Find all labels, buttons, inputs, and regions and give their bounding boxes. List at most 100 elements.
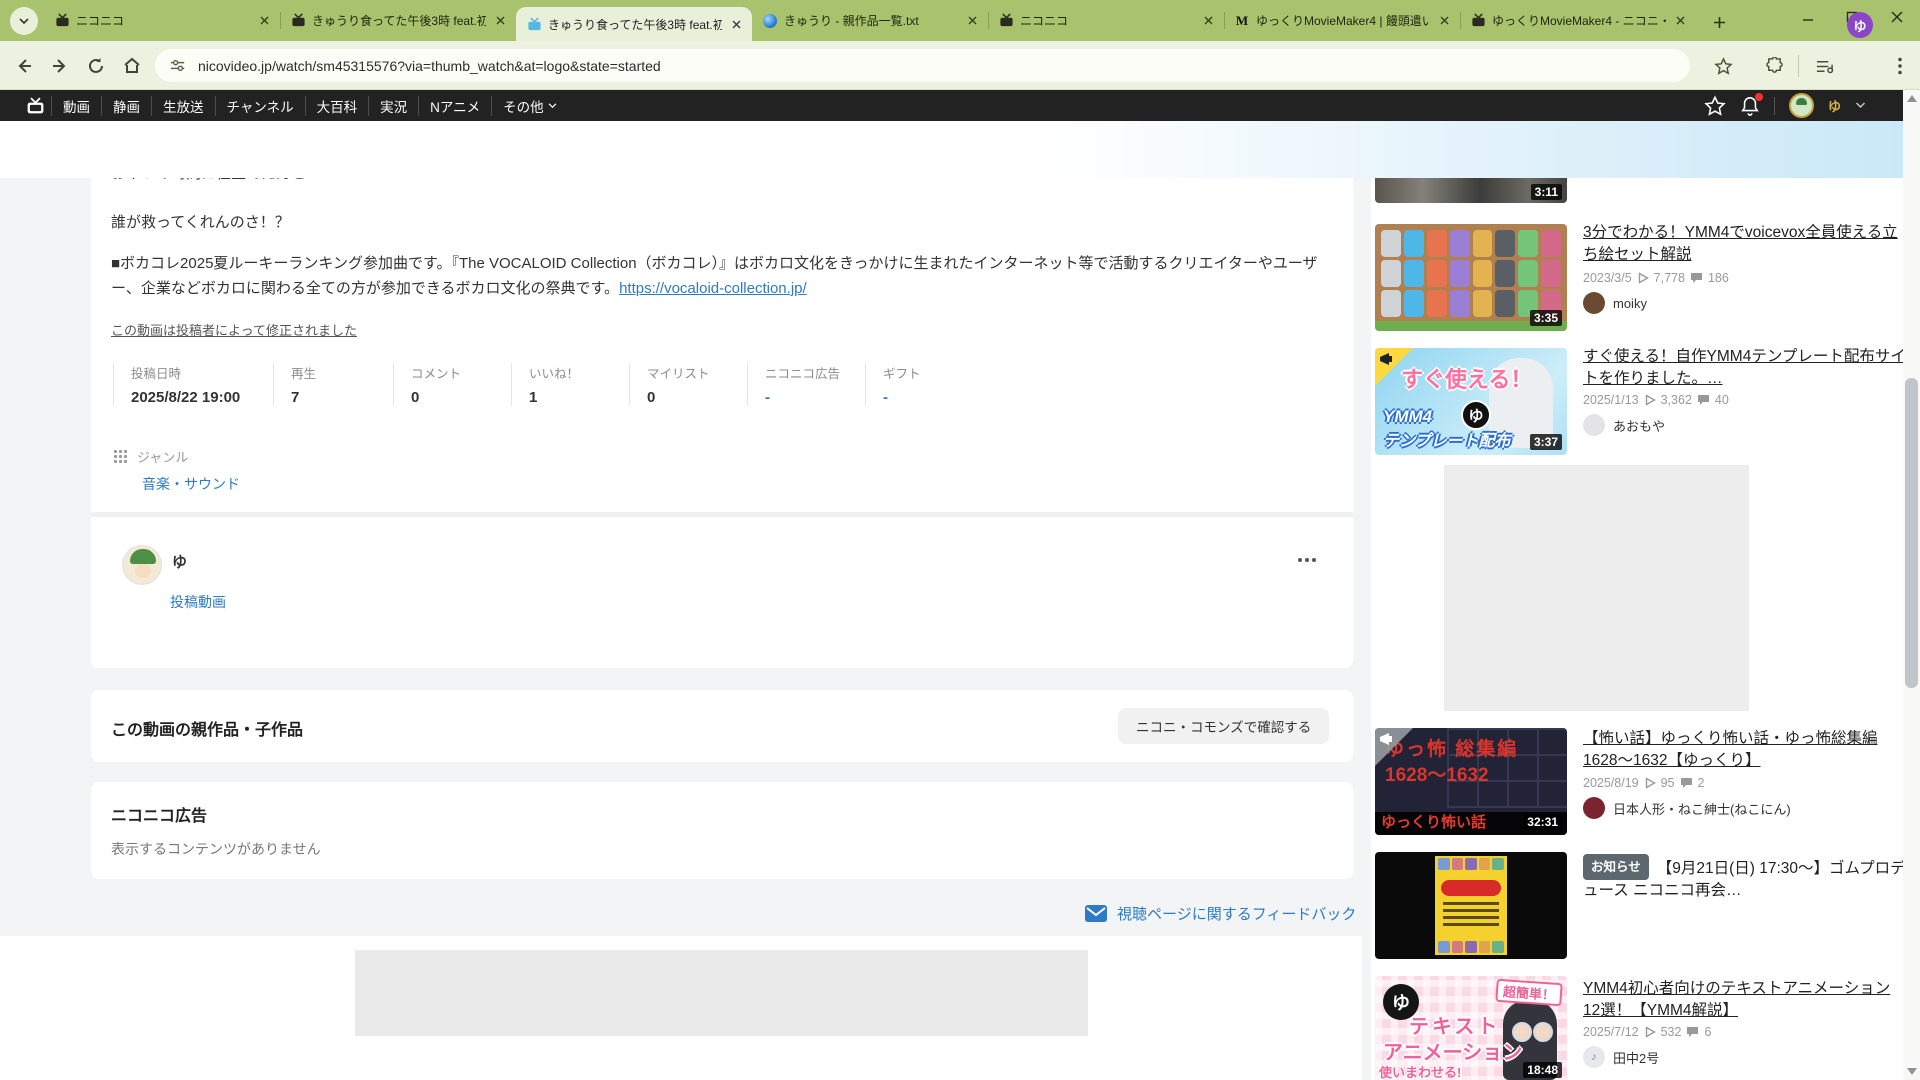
close-icon[interactable] xyxy=(256,13,272,29)
nav-nanime[interactable]: Nアニメ xyxy=(418,96,491,116)
extensions-puzzle-icon[interactable] xyxy=(1758,50,1790,82)
browser-menu-icon[interactable] xyxy=(1884,50,1916,82)
scroll-down-arrow[interactable] xyxy=(1903,1063,1920,1080)
nav-live[interactable]: 生放送 xyxy=(151,96,215,116)
window-minimize-button[interactable] xyxy=(1788,0,1828,34)
divider xyxy=(1774,97,1775,115)
tab-search-button[interactable] xyxy=(10,7,38,35)
bookmark-star-icon[interactable] xyxy=(1707,50,1739,82)
home-button[interactable] xyxy=(116,50,148,82)
chevron-down-icon xyxy=(19,18,29,25)
vocaloid-collection-link[interactable]: https://vocaloid-collection.jp/ xyxy=(619,280,807,297)
genre-link[interactable]: 音楽・サウンド xyxy=(142,474,240,494)
video-thumbnail[interactable]: 3:11 xyxy=(1375,178,1567,203)
video-meta: 2023/3/5 7,778 186 xyxy=(1583,271,1729,285)
tv-icon xyxy=(54,13,70,29)
url-text[interactable]: nicovideo.jp/watch/sm45315576?via=thumb_… xyxy=(198,58,661,74)
stat-mylist: マイリスト0 xyxy=(629,363,747,406)
chevron-down-icon[interactable] xyxy=(1855,102,1866,109)
stat-comments: コメント0 xyxy=(393,363,511,406)
notification-dot xyxy=(1755,93,1763,101)
browser-tab[interactable]: きゅうり - 親作品一覧.txt xyxy=(752,0,988,41)
new-tab-button[interactable] xyxy=(1706,9,1732,35)
nav-video[interactable]: 動画 xyxy=(51,96,101,116)
video-thumbnail[interactable]: ゆ 超簡単！ テキスト アニメーション 使いまわせる! 18:48 xyxy=(1375,976,1567,1080)
comment-count-icon xyxy=(1690,272,1703,284)
user-name[interactable]: ゆ xyxy=(1828,96,1841,115)
tv-icon xyxy=(1470,13,1486,29)
browser-tab[interactable]: ニコニコ xyxy=(44,0,280,41)
favorites-star-icon[interactable] xyxy=(1704,95,1726,117)
niconico-tv-icon[interactable] xyxy=(26,97,45,115)
forward-button[interactable] xyxy=(44,50,76,82)
nav-seiga[interactable]: 静画 xyxy=(101,96,151,116)
uploader-videos-link[interactable]: 投稿動画 xyxy=(170,592,226,612)
video-thumbnail[interactable] xyxy=(1375,852,1567,959)
nav-jikkyo[interactable]: 実況 xyxy=(368,96,418,116)
modified-note-link[interactable]: この動画は投稿者によって修正されました xyxy=(111,320,357,339)
browser-tab[interactable]: ゆっくりMovieMaker4 - ニコニ・コモ xyxy=(1460,0,1696,41)
tv-icon xyxy=(998,13,1014,29)
feedback-link[interactable]: 視聴ページに関するフィードバック xyxy=(1085,903,1356,924)
browser-tab[interactable]: M ゆっくりMovieMaker4 | 饅頭遣い xyxy=(1224,0,1460,41)
service-nav: 動画 静画 生放送 チャンネル 大百科 実況 Nアニメ その他 xyxy=(51,97,568,115)
close-icon[interactable] xyxy=(1200,13,1216,29)
commons-check-button[interactable]: ニコニ・コモンズで確認する xyxy=(1118,708,1329,744)
site-header xyxy=(0,121,1920,178)
close-icon[interactable] xyxy=(964,13,980,29)
nicoad-card: ニコニコ広告 表示するコンテンツがありません xyxy=(91,782,1353,879)
video-meta: 2025/7/12 532 6 xyxy=(1583,1025,1711,1039)
toolbar-divider xyxy=(1798,55,1799,77)
video-uploader[interactable]: あおもや xyxy=(1583,414,1665,436)
user-avatar[interactable] xyxy=(1789,93,1814,118)
notifications-bell-icon[interactable] xyxy=(1740,95,1760,117)
envelope-icon xyxy=(1085,905,1107,922)
video-stats-row: 投稿日時2025/8/22 19:00 再生7 コメント0 いいね！1 マイリス… xyxy=(113,363,973,406)
more-options-icon[interactable] xyxy=(1298,558,1316,562)
reload-button[interactable] xyxy=(80,50,112,82)
play-count-icon xyxy=(1637,272,1649,284)
video-description-card: おやつの時間に仕立てたんと 誰が救ってくれんのさ！？ ■ボカコレ2025夏ルーキ… xyxy=(91,150,1353,668)
browser-profile-avatar[interactable]: ゆ xyxy=(1847,12,1873,38)
video-thumbnail[interactable]: ゆっ怖 総集編 1628～1632 ゆっくり怖い話 32:31 xyxy=(1375,728,1567,835)
browser-tab[interactable]: ニコニコ xyxy=(988,0,1224,41)
nav-dic[interactable]: 大百科 xyxy=(305,96,369,116)
sidebar-ad-placeholder xyxy=(1444,465,1749,711)
page-scrollbar[interactable] xyxy=(1903,90,1920,1080)
parent-works-heading: この動画の親作品・子作品 xyxy=(111,716,303,740)
uploader-avatar[interactable] xyxy=(122,545,162,585)
ad-placeholder xyxy=(355,950,1088,1036)
media-controls-icon[interactable] xyxy=(1808,50,1840,82)
close-icon[interactable] xyxy=(1672,13,1688,29)
close-icon[interactable] xyxy=(492,13,508,29)
browser-tab-active[interactable]: きゅうり食ってた午後3時 feat.初音 xyxy=(516,7,752,41)
back-button[interactable] xyxy=(8,50,40,82)
video-uploader[interactable]: moiky xyxy=(1583,292,1647,314)
stat-gift: ギフト- xyxy=(865,363,973,406)
stat-views: 再生7 xyxy=(273,363,393,406)
video-uploader[interactable]: ♪ 田中2号 xyxy=(1583,1046,1659,1068)
scroll-up-arrow[interactable] xyxy=(1903,90,1920,107)
video-title[interactable]: すぐ使える！自作YMM4テンプレート配布サイトを作りました。… xyxy=(1583,346,1907,390)
duration-badge: 3:11 xyxy=(1531,184,1562,200)
video-thumbnail[interactable]: すぐ使える！ ゆ YMM4 テンプレート配布 3:37 xyxy=(1375,348,1567,455)
video-meta: 2025/1/13 3,362 40 xyxy=(1583,393,1729,407)
play-count-icon xyxy=(1644,777,1656,789)
nico-service-bar: 動画 静画 生放送 チャンネル 大百科 実況 Nアニメ その他 ゆ xyxy=(0,90,1920,121)
nav-channel[interactable]: チャンネル xyxy=(215,96,305,116)
browser-tab[interactable]: きゅうり食ってた午後3時 feat.初音 xyxy=(280,0,516,41)
video-title[interactable]: 【怖い話】ゆっくり怖い話・ゆっ怖総集編1628～1632【ゆっくり】 xyxy=(1583,728,1907,772)
uploader-name[interactable]: ゆ xyxy=(172,551,187,572)
nav-other[interactable]: その他 xyxy=(491,96,568,116)
close-icon[interactable] xyxy=(728,16,744,32)
window-close-button[interactable] xyxy=(1877,0,1917,34)
video-title[interactable]: YMM4初心者向けのテキストアニメーション12選！【YMM4解説】 xyxy=(1583,978,1907,1022)
announcement-item[interactable]: お知らせ【9月21日(日) 17:30～】ゴムプロデュース ニコニコ再会… xyxy=(1583,854,1907,902)
scrollbar-thumb[interactable] xyxy=(1905,378,1918,688)
close-icon[interactable] xyxy=(1436,13,1452,29)
video-uploader[interactable]: 日本人形・ねこ紳士(ねこにん) xyxy=(1583,797,1791,819)
url-bar[interactable]: nicovideo.jp/watch/sm45315576?via=thumb_… xyxy=(155,49,1690,82)
duration-badge: 18:48 xyxy=(1523,1062,1562,1078)
video-thumbnail[interactable]: 3:35 xyxy=(1375,224,1567,331)
video-title[interactable]: 3分でわかる！YMM4でvoicevox全員使える立ち絵セット解説 xyxy=(1583,222,1907,266)
